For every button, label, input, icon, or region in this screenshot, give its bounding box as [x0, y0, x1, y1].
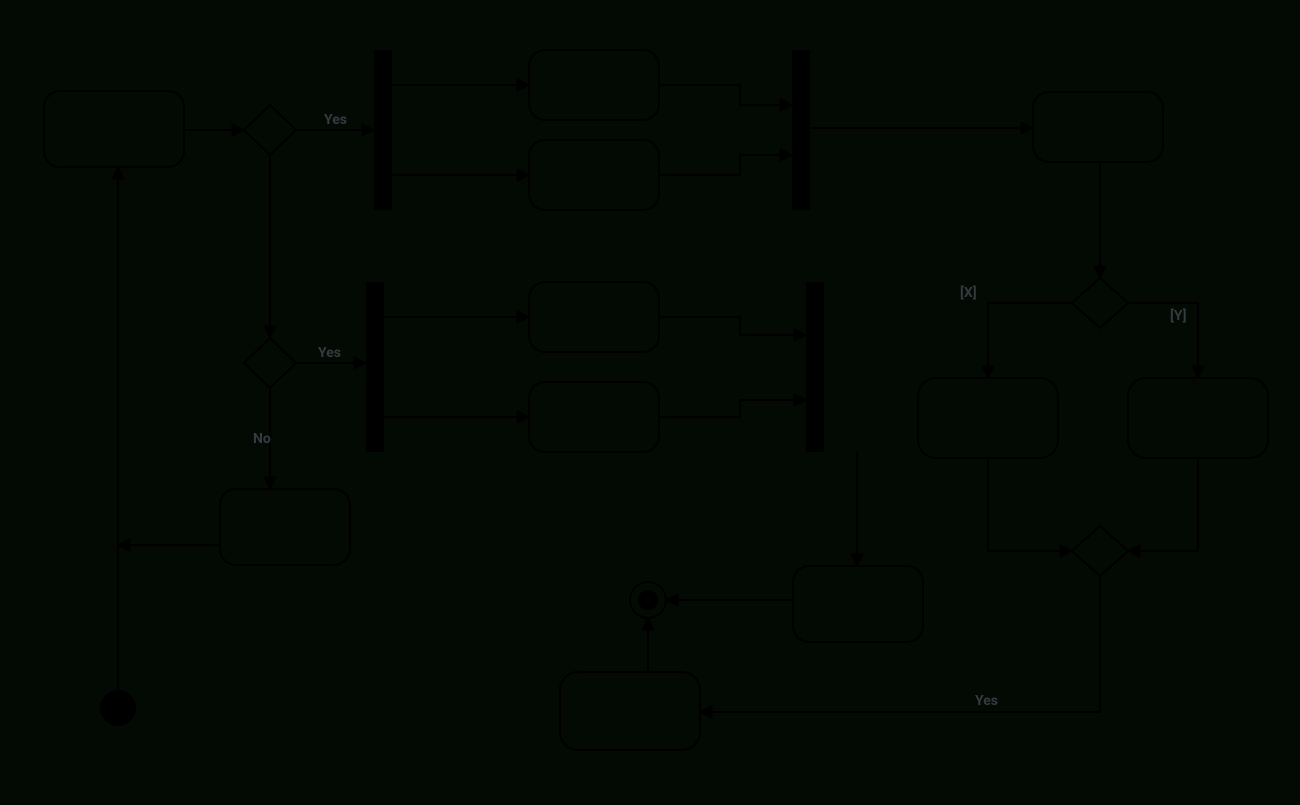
action-fork2-b — [529, 382, 659, 452]
fork-2 — [366, 282, 384, 452]
action-no — [220, 489, 350, 565]
edge-f1a-join1 — [659, 85, 792, 105]
edge-f1b-join1 — [659, 155, 792, 175]
decision-right — [1072, 278, 1128, 328]
action-fork2-a — [529, 282, 659, 352]
edge-x-merge — [988, 458, 1072, 551]
edge-merge-bottom — [700, 576, 1100, 712]
label-no: No — [253, 431, 271, 447]
action-x — [918, 378, 1058, 458]
final-node — [630, 582, 666, 618]
decision-mid — [244, 338, 296, 388]
join-2 — [806, 282, 824, 452]
action-top-left — [44, 91, 184, 167]
activity-diagram: Yes [X] [Y] Yes Yes No — [0, 0, 1300, 805]
label-guard-x: [X] — [960, 284, 977, 301]
edge-y-merge — [1128, 458, 1198, 551]
action-fork1-b — [529, 140, 659, 210]
merge-right — [1072, 526, 1128, 576]
action-right — [1033, 92, 1163, 162]
edge-dright-x — [988, 303, 1072, 378]
label-guard-y: [Y] — [1170, 307, 1187, 324]
label-yes-3: Yes — [975, 693, 998, 709]
action-fork1-a — [529, 50, 659, 120]
decision-top — [244, 105, 296, 155]
action-bottom — [560, 672, 700, 750]
action-center — [793, 566, 923, 642]
edge-f2b-join2 — [659, 400, 806, 417]
fork-1 — [374, 50, 392, 210]
join-1 — [792, 50, 810, 210]
action-y — [1128, 378, 1268, 458]
label-yes-1: Yes — [324, 112, 347, 128]
edge-dright-y — [1128, 303, 1198, 378]
edge-f2a-join2 — [659, 317, 806, 335]
label-yes-2: Yes — [318, 345, 341, 361]
initial-node — [100, 690, 136, 726]
